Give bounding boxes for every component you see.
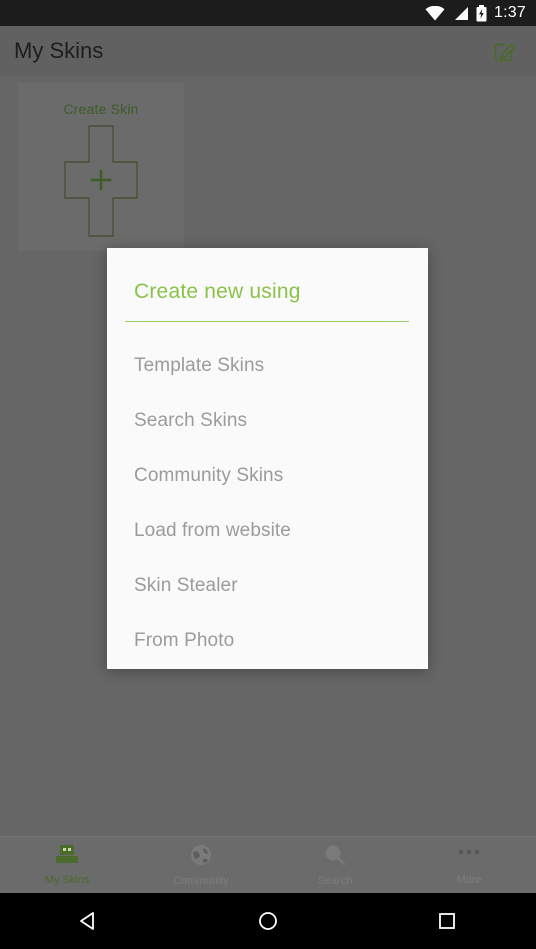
dialog-item-label: Skin Stealer xyxy=(134,574,238,596)
nav-label: My Skins xyxy=(44,874,90,886)
create-skin-card[interactable]: Create Skin xyxy=(18,83,184,251)
dialog-item-label: From Photo xyxy=(134,629,235,651)
bottom-navigation-bar: My Skins Community Search More xyxy=(0,836,536,893)
dialog-item-label: Community Skins xyxy=(134,464,284,486)
back-triangle-icon[interactable] xyxy=(0,910,179,932)
home-circle-icon[interactable] xyxy=(179,910,358,932)
create-new-using-dialog: Create new using Template Skins Search S… xyxy=(107,248,428,669)
skin-template-cross-icon xyxy=(64,125,138,242)
dialog-item-search-skins[interactable]: Search Skins xyxy=(107,393,428,448)
nav-label: More xyxy=(456,874,482,886)
nav-item-more[interactable]: More xyxy=(402,837,536,893)
nav-item-community[interactable]: Community xyxy=(134,837,268,893)
create-skin-label: Create Skin xyxy=(63,101,139,117)
dialog-option-list: Template Skins Search Skins Community Sk… xyxy=(107,322,428,668)
recents-square-icon[interactable] xyxy=(357,911,536,931)
android-system-nav-bar xyxy=(0,893,536,949)
signal-icon xyxy=(452,6,469,21)
plus-icon xyxy=(90,169,112,191)
more-dots-icon xyxy=(456,844,482,871)
dialog-item-from-photo[interactable]: From Photo xyxy=(107,613,428,668)
status-bar-clock: 1:37 xyxy=(494,4,526,21)
nav-item-search[interactable]: Search xyxy=(268,837,402,893)
minecraft-head-icon xyxy=(54,844,80,871)
globe-icon xyxy=(189,843,213,872)
status-bar: 1:37 xyxy=(0,0,536,26)
dialog-item-label: Template Skins xyxy=(134,354,265,376)
dialog-title: Create new using xyxy=(134,280,301,303)
magnifier-icon xyxy=(323,843,347,872)
nav-item-my-skins[interactable]: My Skins xyxy=(0,837,134,893)
wifi-icon xyxy=(425,5,445,21)
battery-charging-icon xyxy=(476,4,487,22)
app-bar: My Skins xyxy=(0,26,536,76)
nav-label: Community xyxy=(173,875,229,887)
edit-square-icon[interactable] xyxy=(488,34,522,68)
dialog-item-label: Load from website xyxy=(134,519,291,541)
dialog-item-load-from-website[interactable]: Load from website xyxy=(107,503,428,558)
dialog-item-template-skins[interactable]: Template Skins xyxy=(107,338,428,393)
dialog-item-community-skins[interactable]: Community Skins xyxy=(107,448,428,503)
nav-label: Search xyxy=(317,875,353,887)
page-title: My Skins xyxy=(14,38,104,63)
dialog-item-skin-stealer[interactable]: Skin Stealer xyxy=(107,558,428,613)
dialog-item-label: Search Skins xyxy=(134,409,248,431)
